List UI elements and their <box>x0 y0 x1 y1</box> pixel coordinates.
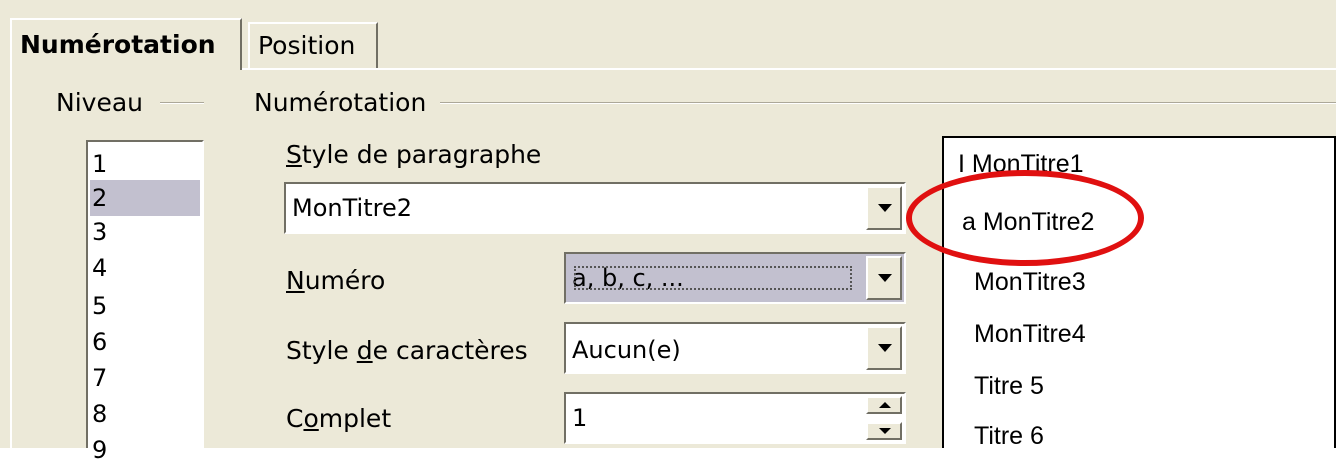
edge <box>1336 0 1340 448</box>
label-text: e caractères <box>372 336 528 365</box>
level-group-label: Niveau <box>56 88 143 117</box>
preview-line-5: Titre 5 <box>974 372 1044 400</box>
preview-line-3: MonTitre3 <box>974 268 1086 296</box>
mnemonic: d <box>356 336 373 365</box>
number-format-value: a, b, c, ... <box>572 264 854 292</box>
highlight-oval <box>906 170 1144 266</box>
label-text: Style <box>286 336 357 365</box>
level-group-separator <box>160 102 204 104</box>
level-item-8[interactable]: 8 <box>90 396 200 432</box>
numbering-group-label: Numérotation <box>254 88 427 117</box>
mnemonic: S <box>286 140 302 169</box>
spin-down-icon[interactable] <box>866 422 902 440</box>
complete-spinbox[interactable]: 1 <box>564 392 906 444</box>
paragraph-style-value: MonTitre2 <box>292 194 412 222</box>
char-style-value: Aucun(e) <box>572 336 681 364</box>
paragraph-style-select[interactable]: MonTitre2 <box>284 182 906 234</box>
complete-label: Complet <box>286 404 391 433</box>
level-item-5[interactable]: 5 <box>90 288 200 324</box>
spin-up-icon[interactable] <box>866 396 902 414</box>
preview-line-6: Titre 6 <box>974 422 1044 450</box>
label-text: tyle de paragraphe <box>301 140 542 169</box>
tab-position[interactable]: Position <box>248 22 378 68</box>
label-text: uméro <box>304 266 386 295</box>
dropdown-arrow-icon[interactable] <box>866 186 902 230</box>
dropdown-arrow-icon[interactable] <box>866 326 902 370</box>
level-item-4[interactable]: 4 <box>90 250 200 286</box>
level-item-1[interactable]: 1 <box>90 146 200 182</box>
level-item-3[interactable]: 3 <box>90 214 200 250</box>
preview-line-4: MonTitre4 <box>974 320 1086 348</box>
label-text: C <box>286 404 304 433</box>
mnemonic: N <box>286 266 305 295</box>
paragraph-style-label: Style de paragraphe <box>286 140 541 169</box>
number-format-select[interactable]: a, b, c, ... <box>564 252 906 304</box>
level-item-7[interactable]: 7 <box>90 360 200 396</box>
tab-border <box>10 68 12 448</box>
complete-value: 1 <box>572 404 588 432</box>
tab-border <box>242 68 1336 70</box>
level-item-6[interactable]: 6 <box>90 324 200 360</box>
char-style-select[interactable]: Aucun(e) <box>564 322 906 374</box>
char-style-label: Style de caractères <box>286 336 528 365</box>
mnemonic: o <box>303 404 319 433</box>
dropdown-arrow-icon[interactable] <box>866 256 902 300</box>
number-label: Numéro <box>286 266 385 295</box>
level-item-2[interactable]: 2 <box>90 180 200 216</box>
level-item-9[interactable]: 9 <box>90 432 200 468</box>
level-list[interactable]: 1 2 3 4 5 6 7 8 9 <box>86 140 204 464</box>
tab-numerotation[interactable]: Numérotation <box>10 18 242 70</box>
numbering-group-separator <box>440 102 1336 104</box>
label-text: mplet <box>318 404 392 433</box>
